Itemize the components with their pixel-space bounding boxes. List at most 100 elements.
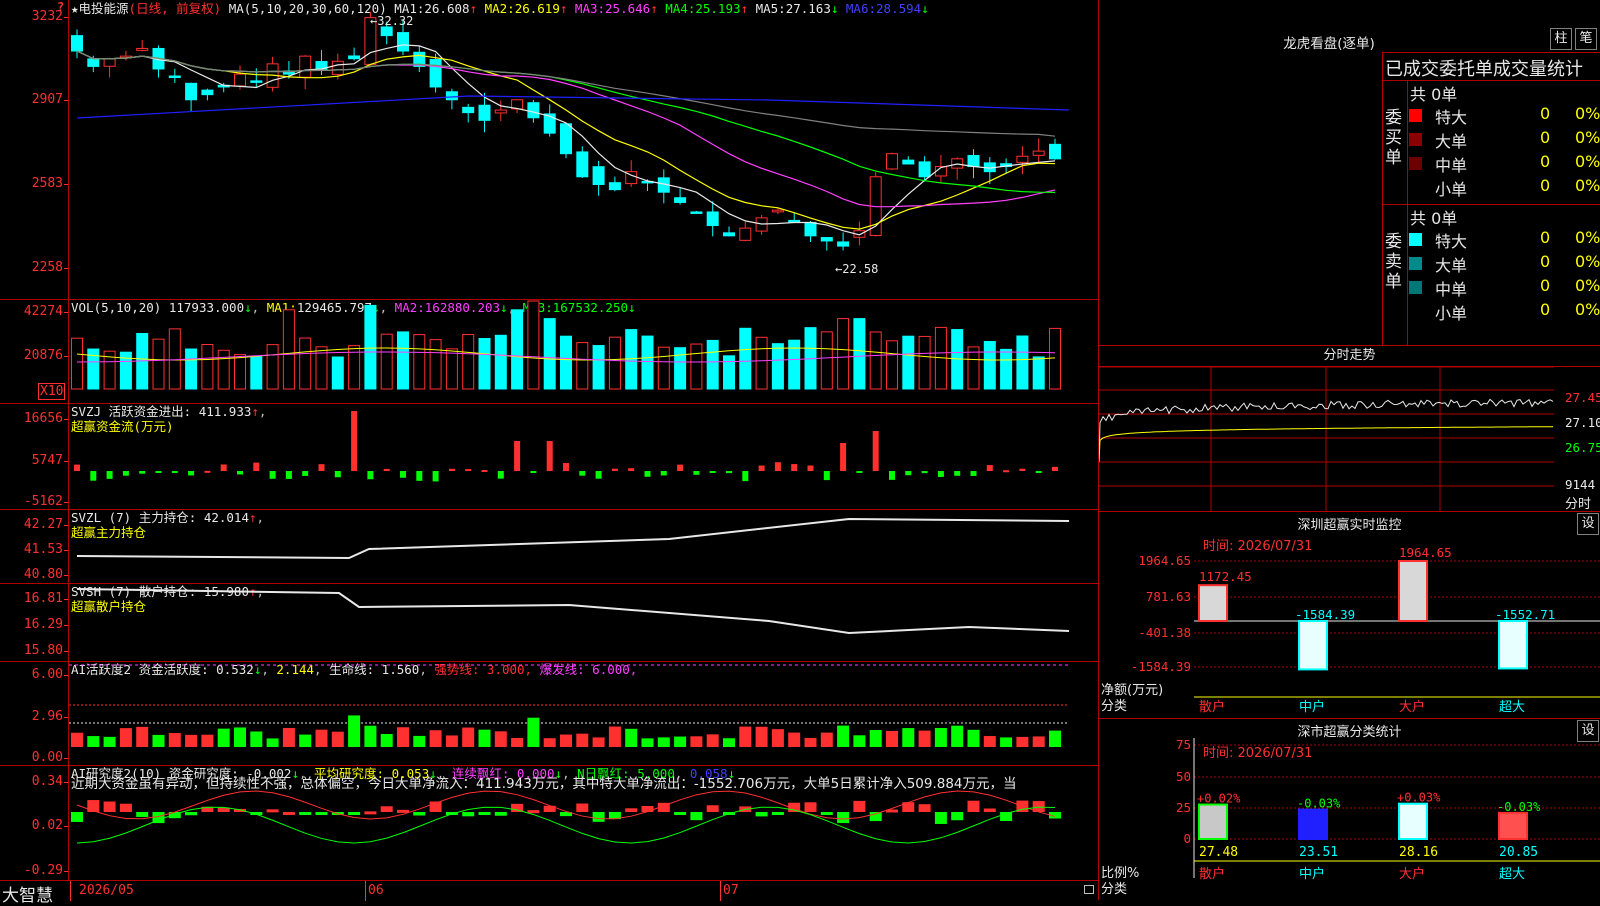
research-bar [592, 812, 605, 822]
monitor-bar [1198, 584, 1228, 622]
activity-bar [674, 736, 687, 747]
fund-flow-bar [383, 468, 390, 471]
activity-bar [103, 736, 116, 747]
price-panel[interactable]: 3232 2907 2583 2258 ? ★电投能源(日线, 前复权) MA(… [0, 0, 1098, 300]
activity-bar [983, 736, 996, 747]
activity-bar [1032, 736, 1045, 747]
stats-bar-pct: +0.02% [1197, 792, 1241, 806]
volume-bar [739, 327, 752, 390]
stats-y-tick: 75 [1176, 737, 1191, 752]
volume-bar [592, 345, 605, 390]
research-bar [185, 812, 198, 816]
svzl-panel[interactable]: 42.27 41.53 40.80 SVZL (7) 主力持仓: 42.014↑… [0, 509, 1098, 584]
stats-bar-value: 23.51 [1299, 845, 1338, 860]
fund-flow-bar [139, 471, 146, 474]
price-y-tick: 2583 [31, 176, 69, 191]
sell-row-xl: 特大 0 0% [1407, 228, 1600, 252]
stats-bar-value: 28.16 [1399, 845, 1438, 860]
candle [739, 227, 752, 241]
activity-bar [234, 727, 246, 747]
fund-flow-bar [497, 471, 504, 479]
activity-bar [788, 732, 801, 747]
row-pct: 0% [1575, 228, 1600, 247]
sz-monitor-xlabel: 分类 [1101, 699, 1128, 714]
monitor-category: 中户 [1299, 699, 1325, 715]
svzj-panel[interactable]: 16656 5747 -5162 SVZJ 活跃资金进出: 411.933↑, … [0, 403, 1098, 510]
fund-flow-bar [465, 469, 472, 472]
stats-bar [1398, 802, 1428, 840]
activity-bar [152, 734, 165, 747]
activity-bar [886, 730, 898, 747]
candle [1032, 150, 1045, 156]
candle [723, 232, 735, 237]
research-bar [397, 809, 409, 813]
volume-bar [1032, 356, 1045, 390]
row-value: 0 [1540, 252, 1551, 271]
sell-row-small: 小单 0 0% [1407, 300, 1600, 324]
stats-y-tick: 50 [1176, 769, 1191, 784]
buy-row-large: 大单 0 0% [1407, 128, 1600, 152]
intraday-price-tick: 27.45 [1565, 390, 1600, 405]
fund-flow-bar [204, 470, 211, 473]
monitor-y-tick: 1964.65 [1138, 553, 1191, 568]
volume-bar [331, 356, 344, 390]
order-stats-tabs[interactable]: 已成交委托单成交量统计 [1385, 55, 1583, 81]
order-stats-panel: 龙虎看盘(逐单) 柱 笔 已成交委托单成交量统计 委买单 共 0单 特大 0 0% … [1099, 0, 1600, 346]
main-position-line [76, 517, 1070, 560]
sz-monitor-panel: 深圳超赢实时监控 设 时间: 2026/07/31 1964.65 781.63-… [1099, 511, 1600, 719]
candle [478, 104, 491, 121]
stats-y-tick: 25 [1176, 800, 1191, 815]
buy-side-label: 委买单 [1385, 108, 1402, 168]
fund-flow-bar [448, 468, 455, 471]
candle [348, 55, 361, 60]
candle [886, 153, 898, 170]
volume-bar [397, 331, 409, 390]
volume-bar [560, 335, 572, 390]
monitor-category: 超大 [1499, 700, 1525, 715]
stats-bar [1298, 808, 1328, 840]
intraday-panel[interactable]: 分时走势 27.45 27.10 26.75 9144 分时 [1099, 345, 1600, 512]
activity-bar [1016, 736, 1029, 747]
fund-flow-bar [269, 471, 276, 479]
volume-panel[interactable]: 42274 20876 X10 VOL(5,10,20) 117933.000↓… [0, 299, 1098, 404]
stats-category: 散户 [1199, 866, 1225, 882]
volume-bar [380, 333, 393, 390]
row-name: 小单 [1435, 180, 1468, 199]
volume-bar [1000, 348, 1013, 390]
volume-bar [282, 309, 295, 390]
candlestick-chart[interactable] [69, 0, 1098, 299]
research-bar [71, 812, 83, 822]
sell-row-large: 大单 0 0% [1407, 252, 1600, 276]
volume-bar [511, 309, 524, 390]
lock-icon[interactable] [1084, 885, 1094, 894]
fund-flow-bar [237, 471, 243, 475]
ai-research-y-tick: -0.29 [23, 863, 69, 878]
activity-bar [429, 730, 442, 747]
volume-bar [152, 338, 165, 390]
bar-view-button[interactable]: 柱 [1550, 28, 1572, 50]
candle [87, 58, 100, 67]
volume-bar [234, 354, 246, 390]
buy-row-small: 小单 0 0% [1407, 176, 1600, 200]
buy-row-mid: 中单 0 0% [1407, 152, 1600, 176]
ai-active-y-tick: 6.00 [31, 667, 69, 682]
row-name: 大单 [1435, 132, 1468, 151]
svsh-panel[interactable]: 16.81 16.29 15.80 SVSH (7) 散户持仓: 15.980↑… [0, 583, 1098, 662]
volume-bar [853, 318, 866, 390]
volume-bar [837, 318, 850, 390]
monitor-category: 散户 [1199, 699, 1225, 715]
candle [1049, 143, 1061, 160]
fund-flow-bar [367, 471, 374, 480]
activity-bar [217, 728, 230, 747]
tick-view-button[interactable]: 笔 [1575, 28, 1597, 50]
research-bar [103, 801, 116, 812]
ai-research-y-tick: 0.02 [31, 818, 69, 833]
fund-flow-bar [155, 471, 162, 473]
ai-research-panel[interactable]: 0.34 0.02 -0.29 AI研究度2(10) 资金研究度: -0.002… [0, 765, 1098, 880]
volume-bars [71, 300, 1061, 390]
order-stats-title: 龙虎看盘(逐单) [1283, 36, 1375, 52]
volume-bar [967, 346, 980, 390]
research-bar [494, 812, 507, 816]
research-bar [837, 812, 850, 824]
ai-active-panel[interactable]: 6.00 2.96 0.00 AI活跃度2 资金活跃度: 0.532↓, 2.1… [0, 661, 1098, 766]
